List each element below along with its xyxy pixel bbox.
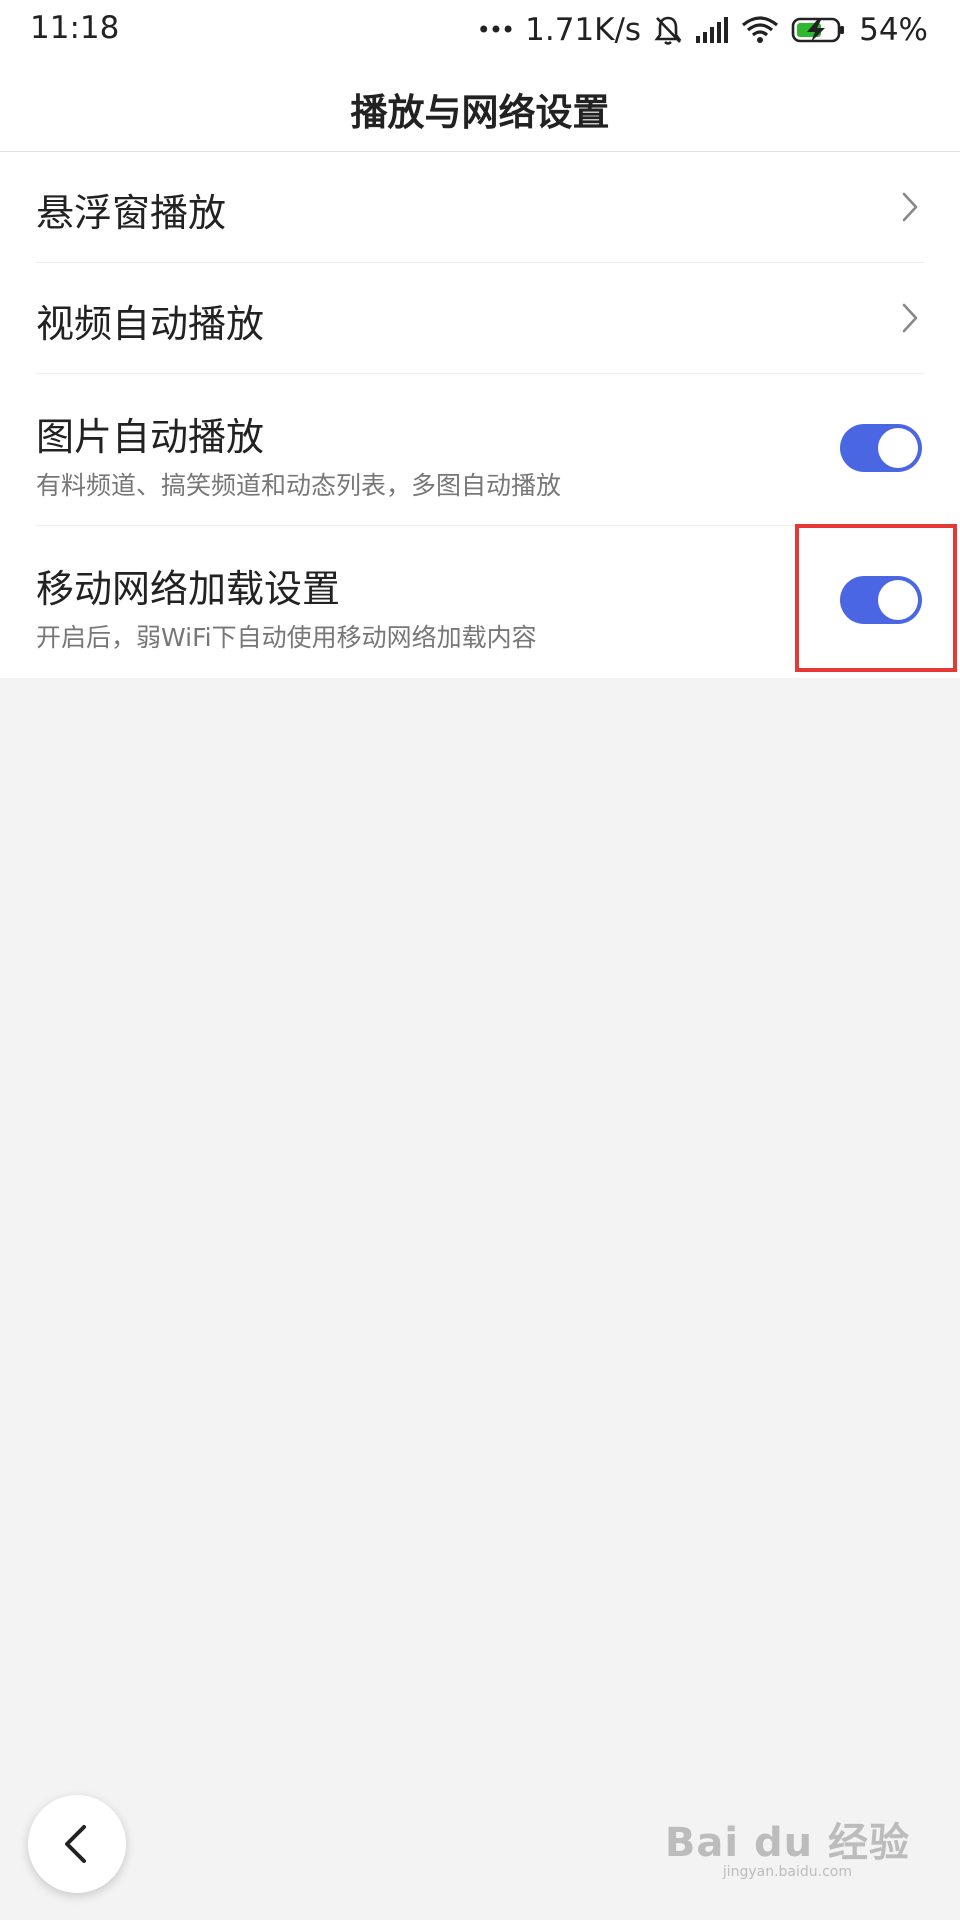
status-time: 11:18 (30, 10, 120, 46)
battery-charging-icon (791, 16, 847, 44)
status-bar: 11:18 ••• 1.71K/s 54% (0, 0, 960, 60)
setting-subtitle: 开启后，弱WiFi下自动使用移动网络加载内容 (36, 623, 537, 652)
setting-mobile-network-loading: 移动网络加载设置 开启后，弱WiFi下自动使用移动网络加载内容 (36, 526, 924, 678)
network-speed: 1.71K/s (525, 12, 642, 48)
watermark-logo: Bai du 经验 (664, 1820, 910, 1866)
toggle-knob (878, 428, 918, 468)
setting-floating-window-play[interactable]: 悬浮窗播放 (36, 152, 924, 263)
page-header: 播放与网络设置 (0, 60, 960, 152)
more-dots: ••• (476, 16, 515, 44)
setting-title: 视频自动播放 (36, 302, 265, 346)
battery-level: 54% (859, 12, 928, 48)
settings-list: 悬浮窗播放 视频自动播放 图片自动播放 有料频道、搞笑频道和动态列表，多图自动播… (0, 152, 960, 678)
signal-icon (695, 16, 729, 44)
setting-title: 悬浮窗播放 (36, 191, 227, 235)
mobile-network-toggle[interactable] (840, 576, 922, 624)
bell-muted-icon (653, 14, 683, 46)
image-autoplay-toggle[interactable] (840, 424, 922, 472)
toggle-knob (878, 580, 918, 620)
setting-subtitle: 有料频道、搞笑频道和动态列表，多图自动播放 (36, 471, 562, 500)
back-button[interactable] (28, 1795, 126, 1893)
page-title: 播放与网络设置 (350, 91, 610, 134)
status-right: ••• 1.71K/s 54% (477, 10, 928, 50)
watermark: Bai du 经验 jingyan.baidu.com (665, 1810, 910, 1880)
chevron-right-icon (902, 303, 918, 333)
setting-title: 移动网络加载设置 (36, 567, 341, 611)
wifi-icon (741, 15, 779, 45)
chevron-right-icon (902, 192, 918, 222)
setting-image-autoplay: 图片自动播放 有料频道、搞笑频道和动态列表，多图自动播放 (36, 374, 924, 526)
setting-video-autoplay[interactable]: 视频自动播放 (36, 263, 924, 374)
chevron-left-icon (65, 1825, 86, 1863)
setting-title: 图片自动播放 (36, 415, 265, 459)
